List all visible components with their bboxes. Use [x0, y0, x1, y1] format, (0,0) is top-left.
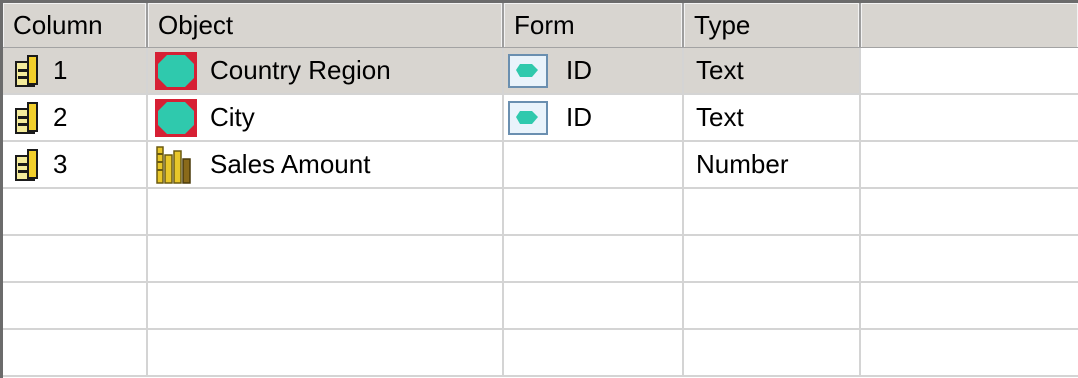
filler-cell	[861, 142, 1078, 187]
object-cell[interactable]: Sales Amount	[148, 142, 504, 187]
column-mapping-grid: Column Object Form Type 1 Country Region	[0, 0, 1078, 378]
column-header-object[interactable]: Object	[148, 3, 504, 47]
form-name: ID	[566, 55, 592, 85]
attribute-icon	[155, 98, 197, 137]
empty-cell	[684, 330, 861, 375]
column-icon	[15, 54, 38, 87]
column-cell[interactable]: 3	[3, 142, 148, 187]
type-cell[interactable]: Text	[684, 95, 861, 140]
empty-cell	[504, 189, 684, 234]
column-header-filler	[861, 3, 1078, 47]
empty-cell	[148, 236, 504, 281]
empty-cell	[148, 283, 504, 328]
empty-cell	[684, 283, 861, 328]
filler-cell	[861, 48, 1078, 93]
empty-cell	[3, 236, 148, 281]
empty-row	[3, 330, 1078, 377]
object-name: Country Region	[210, 55, 391, 85]
empty-cell	[684, 189, 861, 234]
type-cell[interactable]: Text	[684, 48, 861, 93]
column-header-form[interactable]: Form	[504, 3, 684, 47]
object-cell[interactable]: Country Region	[148, 48, 504, 93]
empty-cell	[148, 189, 504, 234]
object-name: City	[210, 102, 255, 132]
empty-row	[3, 189, 1078, 236]
empty-cell	[684, 236, 861, 281]
empty-cell	[504, 236, 684, 281]
form-cell[interactable]: ID	[504, 95, 684, 140]
metric-icon	[156, 145, 191, 184]
empty-cell	[3, 330, 148, 375]
grid-header: Column Object Form Type	[3, 3, 1078, 48]
empty-cell	[861, 283, 1078, 328]
table-row[interactable]: 3 Sales Amount Number	[3, 142, 1078, 189]
form-cell[interactable]	[504, 142, 684, 187]
empty-cell	[861, 330, 1078, 375]
empty-cell	[148, 330, 504, 375]
column-cell[interactable]: 2	[3, 95, 148, 140]
column-number: 1	[53, 55, 68, 85]
table-row[interactable]: 1 Country Region ID Text	[3, 48, 1078, 95]
empty-cell	[861, 189, 1078, 234]
empty-cell	[3, 283, 148, 328]
filler-cell	[861, 95, 1078, 140]
form-id-icon	[508, 100, 548, 135]
column-icon	[15, 101, 38, 134]
empty-cell	[504, 330, 684, 375]
form-name: ID	[566, 102, 592, 132]
empty-cell	[861, 236, 1078, 281]
attribute-icon	[155, 51, 197, 90]
column-header-column[interactable]: Column	[3, 3, 148, 47]
empty-row	[3, 283, 1078, 330]
empty-cell	[504, 283, 684, 328]
form-cell[interactable]: ID	[504, 48, 684, 93]
form-id-icon	[508, 53, 548, 88]
column-number: 3	[53, 149, 68, 179]
object-name: Sales Amount	[210, 149, 371, 179]
type-cell[interactable]: Number	[684, 142, 861, 187]
empty-cell	[3, 189, 148, 234]
column-header-type[interactable]: Type	[684, 3, 861, 47]
table-row[interactable]: 2 City ID Text	[3, 95, 1078, 142]
empty-row	[3, 236, 1078, 283]
column-cell[interactable]: 1	[3, 48, 148, 93]
object-cell[interactable]: City	[148, 95, 504, 140]
column-number: 2	[53, 102, 68, 132]
column-icon	[15, 148, 38, 181]
